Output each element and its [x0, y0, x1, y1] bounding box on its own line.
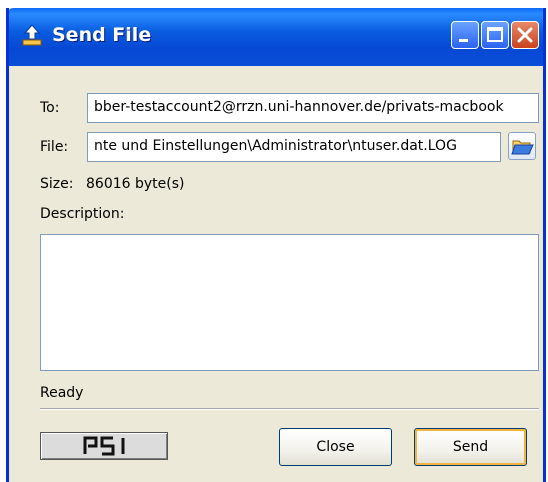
maximize-button[interactable] — [481, 21, 509, 49]
close-window-button[interactable] — [511, 21, 539, 49]
minimize-button[interactable] — [451, 21, 479, 49]
to-field[interactable]: bber-testaccount2@rrzn.uni-hannover.de/p… — [87, 93, 539, 123]
size-value: 86016 byte(s) — [86, 176, 185, 192]
status-text: Ready — [40, 385, 84, 401]
title-bar[interactable]: Send File — [9, 8, 543, 66]
browse-file-button[interactable] — [508, 132, 536, 160]
separator — [40, 408, 539, 410]
to-label: To: — [40, 100, 60, 116]
send-button[interactable]: Send — [414, 428, 527, 466]
close-button[interactable]: Close — [279, 428, 392, 466]
file-field[interactable]: nte und Einstellungen\Administrator\ntus… — [87, 132, 501, 162]
description-label: Description: — [40, 206, 125, 222]
size-label: Size: — [40, 176, 74, 192]
send-file-dialog: Send File To: bber-testaccount2@rrzn.uni… — [6, 8, 546, 482]
upload-arrow-icon — [20, 23, 44, 47]
file-label: File: — [40, 139, 69, 155]
psi-logo — [40, 432, 168, 460]
description-textarea[interactable] — [40, 234, 539, 371]
window-title: Send File — [52, 24, 152, 46]
